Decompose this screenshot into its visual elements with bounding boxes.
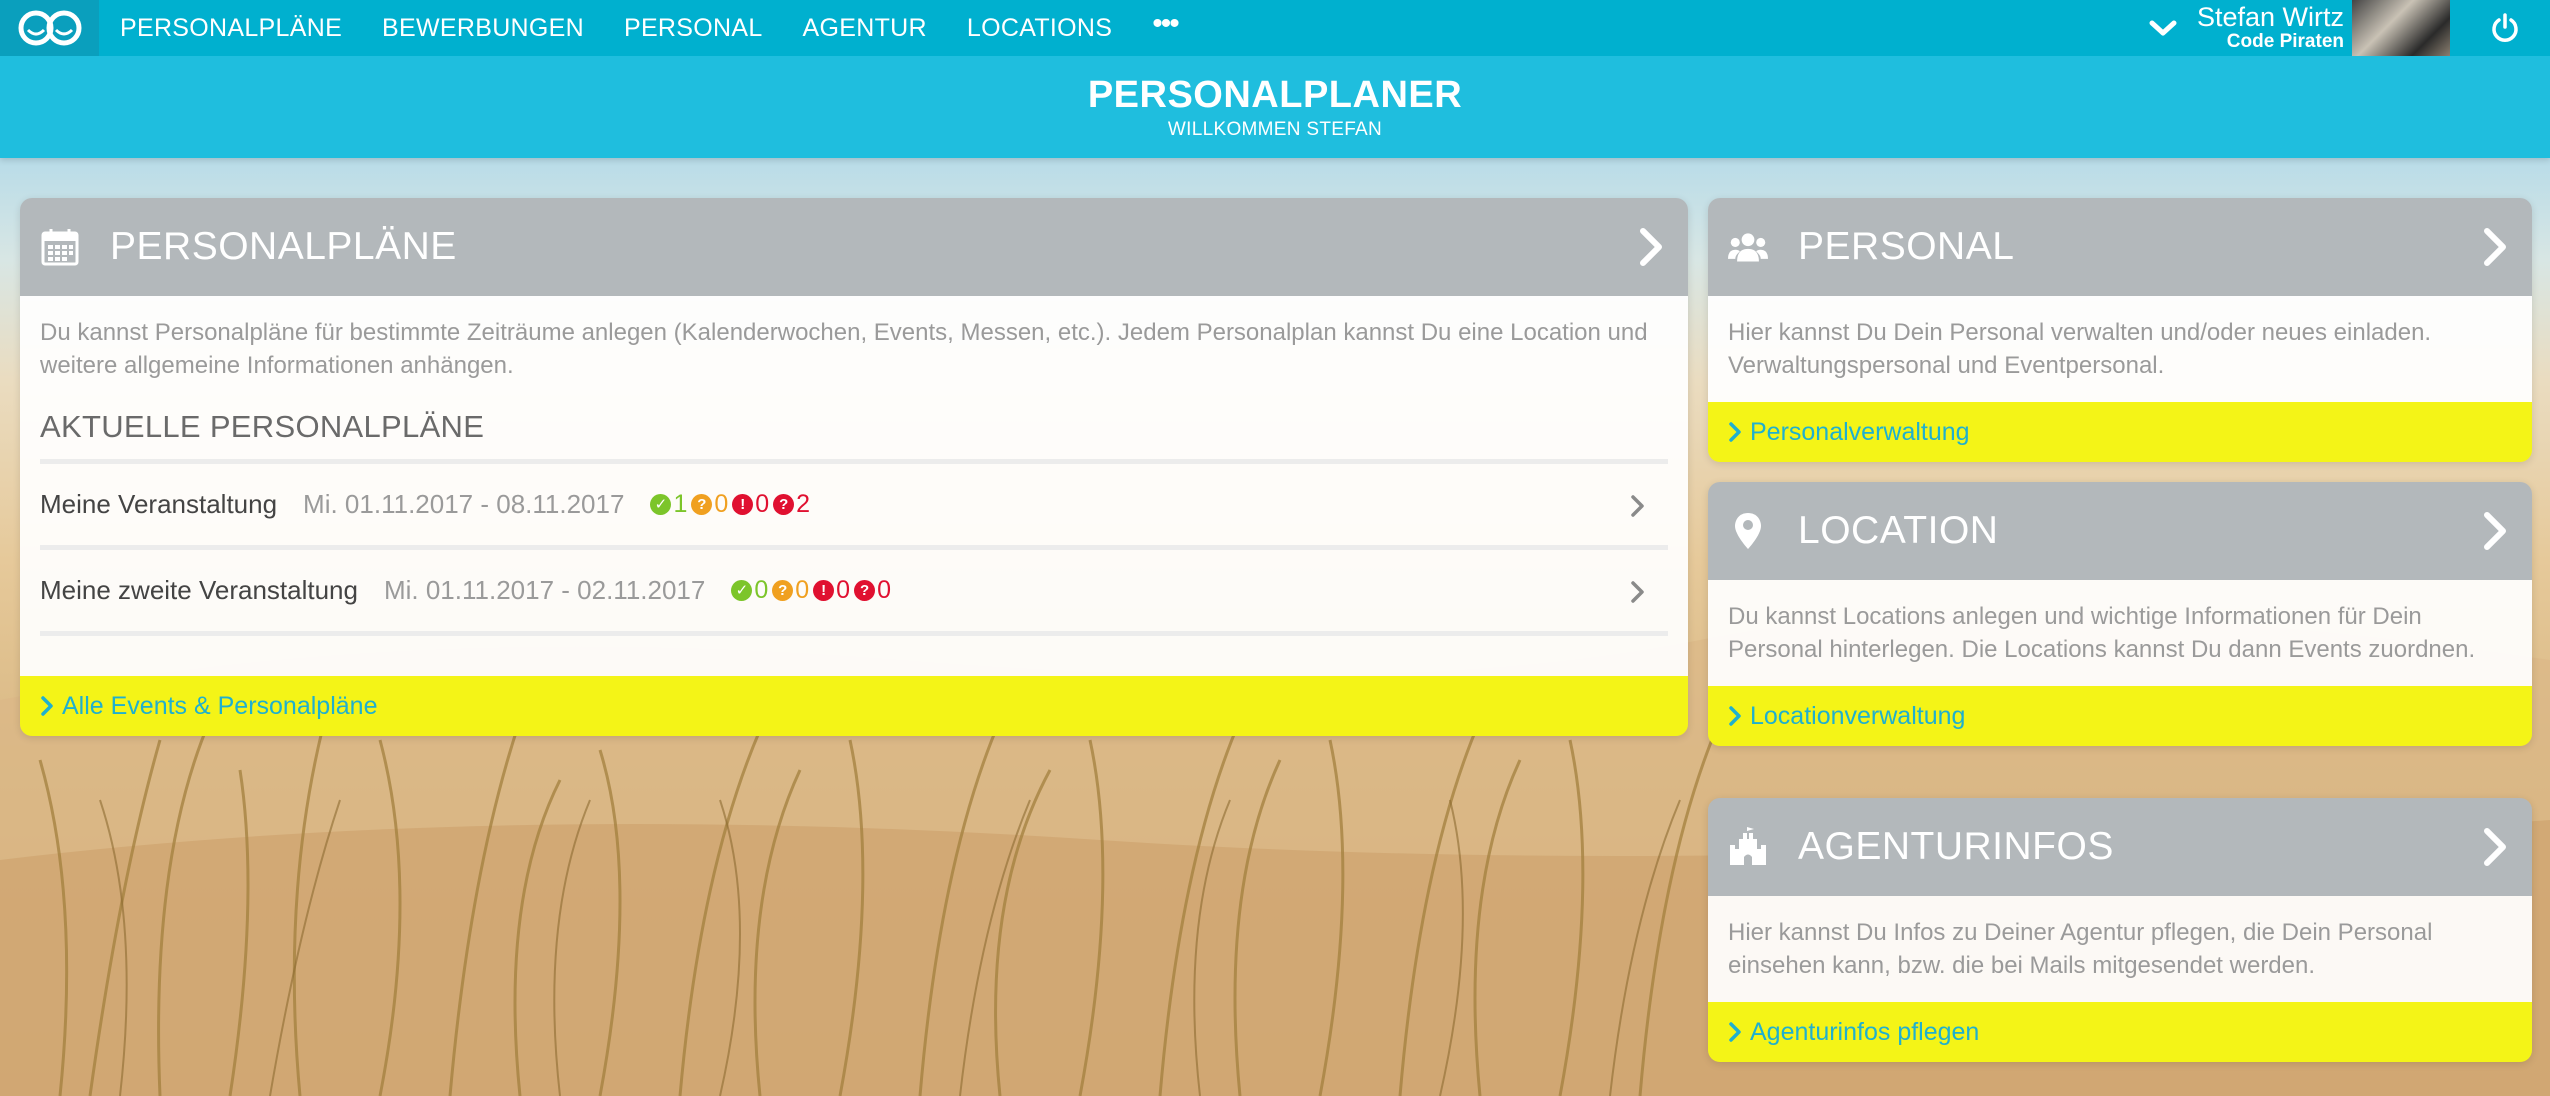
current-plans-heading: AKTUELLE PERSONALPLÄNE <box>40 409 485 444</box>
agency-info-link-label: Agenturinfos pflegen <box>1750 1017 1980 1046</box>
chevron-right-icon <box>2484 228 2506 266</box>
user-company: Code Piraten <box>2226 30 2344 52</box>
chevron-right-icon <box>1631 581 1644 603</box>
location-card-header[interactable]: LOCATION <box>1708 482 2532 580</box>
question-circle-icon: ? <box>773 494 795 515</box>
personal-management-link-label: Personalverwaltung <box>1750 417 1970 446</box>
exclamation-circle-icon: ! <box>732 494 754 515</box>
chevron-right-icon <box>1729 706 1741 726</box>
infinity-logo-icon <box>18 10 81 46</box>
declined-count: ! 0 <box>813 574 850 607</box>
agency-card-header[interactable]: AGENTURINFOS <box>1708 798 2532 896</box>
plan-row[interactable]: Meine Veranstaltung Mi. 01.11.2017 - 08.… <box>40 464 1668 550</box>
pending-count: ? 0 <box>691 488 728 521</box>
question-circle-icon: ? <box>691 494 713 515</box>
agency-card: AGENTURINFOS Hier kannst Du Infos zu Dei… <box>1708 798 2532 1062</box>
plan-row[interactable]: Meine zweite Veranstaltung Mi. 01.11.201… <box>40 550 1668 636</box>
nav-item-personalplaene[interactable]: PERSONALPLÄNE <box>120 14 342 43</box>
nav-item-locations[interactable]: LOCATIONS <box>967 14 1112 43</box>
pending-count: ? 0 <box>772 574 809 607</box>
agency-card-title: AGENTURINFOS <box>1798 825 2114 868</box>
check-circle-icon: ✓ <box>731 580 753 601</box>
avatar[interactable] <box>2352 0 2450 56</box>
question-circle-icon: ? <box>772 580 794 601</box>
agency-card-body: Hier kannst Du Infos zu Deiner Agentur p… <box>1708 896 2532 1002</box>
plan-date: Mi. 01.11.2017 - 02.11.2017 <box>383 575 706 605</box>
plan-status-counts: ✓ 0 ? 0 ! 0 ? 0 <box>731 574 895 607</box>
personal-card-header[interactable]: PERSONAL <box>1708 198 2532 296</box>
personal-card: PERSONAL Hier kannst Du Dein Personal ve… <box>1708 198 2532 462</box>
check-circle-icon: ✓ <box>650 494 672 515</box>
calendar-icon <box>40 227 80 267</box>
location-description: Du kannst Locations anlegen und wichtige… <box>1728 603 2476 663</box>
plan-name: Meine zweite Veranstaltung <box>40 575 358 605</box>
location-card-body: Du kannst Locations anlegen und wichtige… <box>1708 580 2532 686</box>
all-events-link-label: Alle Events & Personalpläne <box>62 691 378 720</box>
plans-list: Meine Veranstaltung Mi. 01.11.2017 - 08.… <box>40 459 1668 636</box>
users-icon <box>1728 227 1768 267</box>
agency-description: Hier kannst Du Infos zu Deiner Agentur p… <box>1728 919 2433 979</box>
plan-status-counts: ✓ 1 ? 0 ! 0 ? 2 <box>650 488 814 521</box>
app-logo[interactable] <box>0 0 99 56</box>
nav-item-bewerbungen[interactable]: BEWERBUNGEN <box>382 14 584 43</box>
plans-card-header[interactable]: PERSONALPLÄNE <box>20 198 1688 296</box>
location-card: LOCATION Du kannst Locations anlegen und… <box>1708 482 2532 746</box>
confirmed-count: ✓ 0 <box>731 574 768 607</box>
chevron-right-icon <box>1729 422 1741 442</box>
plan-name: Meine Veranstaltung <box>40 489 278 519</box>
plans-card-body: Du kannst Personalpläne für bestimmte Ze… <box>20 296 1688 676</box>
open-count: ? 2 <box>773 488 810 521</box>
agency-info-link[interactable]: Agenturinfos pflegen <box>1708 1002 2532 1062</box>
plans-card-title: PERSONALPLÄNE <box>110 225 457 268</box>
chevron-right-icon <box>2484 512 2506 550</box>
declined-count: ! 0 <box>732 488 769 521</box>
chevron-down-icon[interactable] <box>2149 18 2177 38</box>
chevron-right-icon <box>2484 828 2506 866</box>
chevron-right-icon <box>1631 495 1644 517</box>
personal-card-title: PERSONAL <box>1798 225 2015 268</box>
page-title: PERSONALPLANER <box>1087 74 1463 116</box>
question-circle-icon: ? <box>854 580 876 601</box>
chevron-right-icon <box>1640 228 1662 266</box>
user-name: Stefan Wirtz <box>2196 1 2344 32</box>
chevron-right-icon <box>41 696 53 716</box>
castle-icon <box>1728 827 1768 867</box>
nav-item-agentur[interactable]: AGENTUR <box>803 14 927 43</box>
more-menu-icon[interactable]: ••• <box>1152 7 1179 41</box>
nav-item-personal[interactable]: PERSONAL <box>624 14 763 43</box>
location-management-link-label: Locationverwaltung <box>1750 701 1966 730</box>
personal-card-body: Hier kannst Du Dein Personal verwalten u… <box>1708 296 2532 402</box>
plans-description: Du kannst Personalpläne für bestimmte Ze… <box>40 319 1648 379</box>
confirmed-count: ✓ 1 <box>650 488 687 521</box>
page-header: PERSONALPLANER WILLKOMMEN STEFAN <box>0 56 2550 158</box>
location-card-title: LOCATION <box>1798 509 1999 552</box>
top-navbar: PERSONALPLÄNE BEWERBUNGEN PERSONAL AGENT… <box>0 0 2550 56</box>
personal-description: Hier kannst Du Dein Personal verwalten u… <box>1728 319 2432 379</box>
plans-card: PERSONALPLÄNE Du kannst Personalpläne fü… <box>20 198 1688 736</box>
plan-date: Mi. 01.11.2017 - 08.11.2017 <box>303 489 625 519</box>
all-events-link[interactable]: Alle Events & Personalpläne <box>20 676 1688 736</box>
location-management-link[interactable]: Locationverwaltung <box>1708 686 2532 746</box>
user-menu[interactable]: Stefan Wirtz Code Piraten <box>2196 1 2344 53</box>
exclamation-circle-icon: ! <box>813 580 835 601</box>
open-count: ? 0 <box>854 574 891 607</box>
map-marker-icon <box>1728 511 1768 551</box>
power-icon[interactable] <box>2490 13 2520 43</box>
page-subtitle: WILLKOMMEN STEFAN <box>1167 119 1383 140</box>
chevron-right-icon <box>1729 1022 1741 1042</box>
personal-management-link[interactable]: Personalverwaltung <box>1708 402 2532 462</box>
